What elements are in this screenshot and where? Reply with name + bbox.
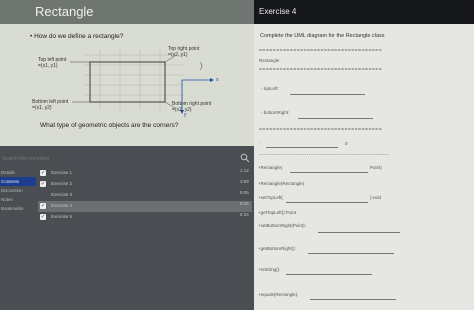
x-axis-label: x: [216, 77, 219, 83]
uml-method-suffix: ):void: [370, 195, 382, 200]
uml-field: - topLeft:: [261, 86, 279, 91]
uml-method-suffix: Point): [370, 165, 382, 170]
uml-method: +setTopLeft(: [258, 195, 283, 200]
uml-method: +setBottomRight(Point):: [258, 223, 306, 228]
uml-method: +Rectangle(Rectangle): [258, 181, 305, 186]
uml-method-blank[interactable]: [310, 299, 396, 300]
search-bar: [0, 153, 254, 165]
checkbox-checked-icon[interactable]: ✓: [40, 170, 46, 176]
uml-dash: -: [259, 140, 261, 145]
uml-divider: ====================================: [259, 48, 383, 54]
uml-divider: ====================================: [259, 127, 383, 133]
nav-item-notes[interactable]: Notes: [0, 195, 36, 204]
uml-method-blank[interactable]: [308, 253, 394, 254]
uml-method-blank[interactable]: [286, 202, 368, 203]
uml-method-blank[interactable]: [286, 274, 372, 275]
uml-method: +getTopLeft():Point: [258, 210, 297, 215]
search-icon[interactable]: [240, 153, 250, 163]
search-input[interactable]: [2, 155, 222, 163]
uml-field-blank[interactable]: [298, 118, 373, 119]
checkbox-checked-icon[interactable]: ✓: [40, 203, 46, 209]
uml-class-name: Rectangle: [259, 58, 280, 63]
nav-item-discussion[interactable]: Discussion: [0, 186, 36, 195]
nav-item-details[interactable]: Details: [0, 168, 36, 177]
nav-item-bookmarks[interactable]: Bookmarks: [0, 204, 36, 213]
uml-field: - bottomRight:: [261, 110, 290, 115]
slide-question: What type of geometric objects are the c…: [40, 122, 179, 129]
uml-method: +toString():: [258, 267, 281, 272]
exercise-instruction: Complete the UML diagram for the Rectang…: [260, 33, 385, 39]
list-item[interactable]: Exercise 3 5:06: [38, 190, 252, 201]
uml-field-blank[interactable]: [266, 147, 338, 148]
list-item-active[interactable]: ✓ Exercise 4 6:26: [38, 201, 252, 212]
bottom-left-label: Bottom left point =(x1, y2): [32, 99, 69, 111]
uml-method-blank[interactable]: [290, 172, 368, 173]
list-item[interactable]: ✓ Exercise 1 1:12: [38, 168, 252, 179]
top-right-label: Top right point =(x2, y1): [168, 46, 200, 58]
side-nav: Details Contents Discussion Notes Bookma…: [0, 168, 36, 213]
uml-zero: 0: [345, 141, 348, 146]
bottom-right-label: Bottom right point =(x2, y2): [172, 101, 212, 113]
list-item[interactable]: ✓ Exercise 5 6:34: [38, 212, 252, 223]
recording-panel: Details Contents Discussion Notes Bookma…: [0, 146, 254, 310]
uml-method-blank[interactable]: [318, 232, 400, 233]
uml-divider: ====================================: [259, 67, 383, 73]
slide-panel: Rectangle • How do we define a rectangle…: [0, 0, 254, 146]
uml-field-blank[interactable]: [290, 94, 365, 95]
exercise-title: Exercise 4: [254, 0, 474, 24]
uml-method: +Rectangle(: [258, 165, 283, 170]
uml-method: +equals(Rectangle):: [258, 292, 299, 297]
y-axis-label: y: [184, 112, 187, 118]
checkbox-checked-icon[interactable]: ✓: [40, 214, 46, 220]
list-item[interactable]: ✓ Exercise 2 3:59: [38, 179, 252, 190]
exercise-panel: Exercise 4 Complete the UML diagram for …: [254, 0, 474, 310]
uml-method: +getBottomRight():: [258, 246, 296, 251]
chapter-list: ✓ Exercise 1 1:12 ✓ Exercise 2 3:59 Exer…: [38, 168, 252, 223]
nav-item-contents[interactable]: Contents: [0, 177, 36, 186]
uml-divider: ----------------------------------------…: [259, 152, 389, 158]
top-left-label: Top left point =(x1, y1): [38, 57, 67, 69]
checkbox-checked-icon[interactable]: ✓: [40, 181, 46, 187]
